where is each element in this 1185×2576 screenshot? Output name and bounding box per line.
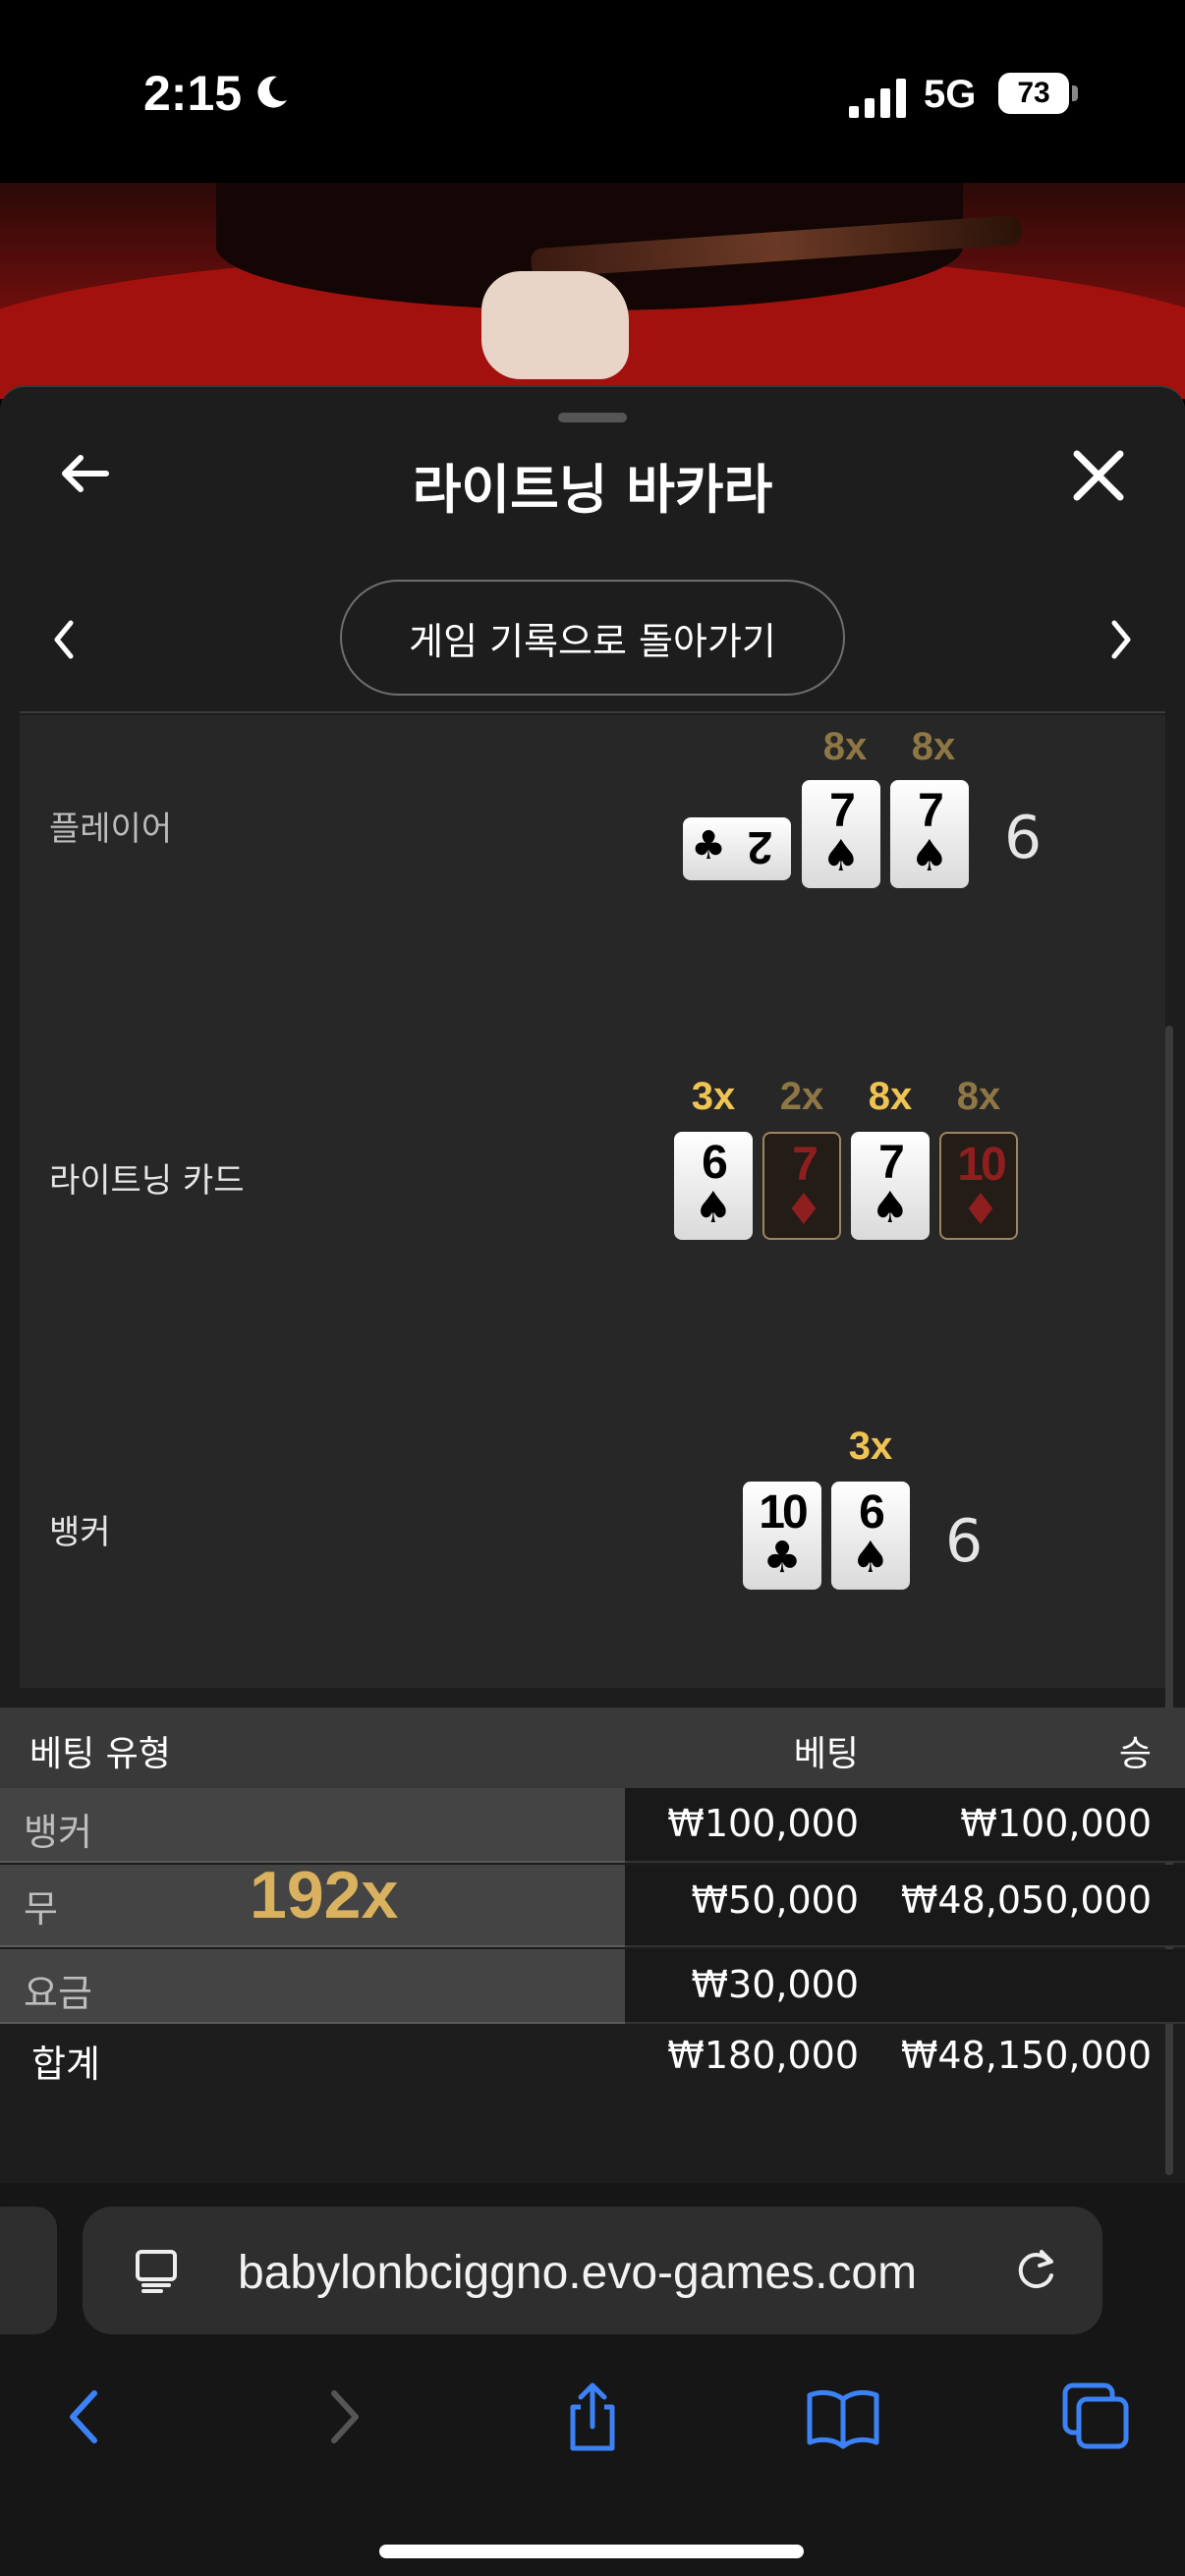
- win-amount: ₩100,000: [960, 1802, 1152, 1845]
- card-multiplier: 3x: [691, 1075, 736, 1118]
- url-text: babylonbciggno.evo-games.com: [238, 2247, 918, 2299]
- player-label: 플레이어: [49, 810, 173, 849]
- bet-name: 무: [24, 1887, 58, 1931]
- previous-tab-peek[interactable]: [0, 2207, 57, 2334]
- back-icon[interactable]: [47, 2378, 126, 2456]
- page-title: 라이트닝 바카라: [412, 459, 773, 521]
- home-indicator[interactable]: [379, 2545, 804, 2558]
- lightning-card: 6 ♠: [674, 1132, 753, 1240]
- card-multiplier: 3x: [848, 1425, 893, 1468]
- status-time: 2:15: [143, 66, 243, 121]
- address-bar[interactable]: babylonbciggno.evo-games.com: [83, 2207, 1102, 2334]
- card-multiplier: 8x: [956, 1075, 1001, 1118]
- table-total-row: 합계 ₩180,000 ₩48,150,000: [0, 2020, 1185, 2095]
- card-multiplier: 2x: [779, 1075, 824, 1118]
- player-card: 7 ♠: [802, 780, 880, 888]
- banker-card: 6 ♠: [831, 1482, 910, 1590]
- win-amount: ₩48,050,000: [900, 1878, 1152, 1922]
- total-label: 합계: [31, 2043, 100, 2086]
- bet-amount: ₩100,000: [667, 1802, 859, 1845]
- battery-icon: 73: [998, 73, 1078, 114]
- bet-amount: ₩50,000: [691, 1878, 859, 1922]
- forward-icon[interactable]: [303, 2378, 381, 2456]
- card-multiplier: 8x: [911, 725, 956, 768]
- bookmarks-icon[interactable]: [804, 2378, 882, 2456]
- total-bet: ₩180,000: [667, 2034, 859, 2077]
- lightning-card: 7 ♦: [762, 1132, 841, 1240]
- network-type: 5G: [924, 73, 977, 116]
- table-row: 요금 ₩30,000: [0, 1949, 1185, 2024]
- tabs-icon[interactable]: [1057, 2378, 1136, 2456]
- sheet-grabber[interactable]: [558, 413, 627, 422]
- tie-multiplier: 192x: [250, 1858, 399, 1932]
- player-total: 6: [1004, 804, 1043, 872]
- lightning-card: 7 ♠: [851, 1132, 930, 1240]
- header-win: 승: [1118, 1734, 1152, 1774]
- chevron-left-icon[interactable]: [49, 615, 79, 664]
- lightning-card: 10 ♦: [939, 1132, 1018, 1240]
- round-result-panel: 플레이어 8x 8x 2 ♣ 7 ♠ 7 ♠ 6 라이트닝 카드 3x 2x 8…: [20, 715, 1165, 1688]
- game-details-sheet: 라이트닝 바카라 게임 기록으로 돌아가기 플레이어 8x 8x 2 ♣ 7 ♠…: [0, 385, 1185, 2183]
- bet-name: 요금: [24, 1972, 92, 2015]
- banker-card: 10 ♣: [743, 1482, 821, 1590]
- total-win: ₩48,150,000: [900, 2034, 1152, 2077]
- moon-icon: [257, 76, 287, 108]
- signal-icon: [849, 79, 906, 118]
- close-icon[interactable]: [1067, 444, 1130, 507]
- bet-amount: ₩30,000: [691, 1963, 859, 2006]
- live-video-background: [0, 183, 1185, 399]
- bet-name: 뱅커: [24, 1811, 92, 1854]
- page-menu-icon[interactable]: [132, 2246, 181, 2295]
- lightning-cards-label: 라이트닝 카드: [49, 1161, 245, 1201]
- back-to-history-button[interactable]: 게임 기록으로 돌아가기: [340, 580, 845, 696]
- player-card: 2 ♣: [683, 817, 791, 880]
- banker-total: 6: [945, 1507, 984, 1576]
- status-bar: 2:15 5G 73: [0, 0, 1185, 183]
- banker-label: 뱅커: [49, 1513, 111, 1552]
- table-row: 무 192x ₩50,000 ₩48,050,000: [0, 1858, 1185, 1947]
- browser-toolbar: babylonbciggno.evo-games.com: [0, 2183, 1185, 2576]
- battery-level: 73: [998, 73, 1069, 114]
- header-bet-type: 베팅 유형: [29, 1734, 171, 1774]
- card-multiplier: 8x: [822, 725, 868, 768]
- share-icon[interactable]: [553, 2378, 632, 2456]
- table-row: 뱅커 ₩100,000 ₩100,000: [0, 1788, 1185, 1863]
- divider: [20, 711, 1165, 713]
- reload-icon[interactable]: [1012, 2246, 1061, 2295]
- bets-table-header: 베팅 유형 베팅 승: [0, 1708, 1185, 1788]
- player-card: 7 ♠: [890, 780, 969, 888]
- card-multiplier: 8x: [868, 1075, 913, 1118]
- chevron-right-icon[interactable]: [1106, 615, 1136, 664]
- header-bet: 베팅: [793, 1734, 859, 1774]
